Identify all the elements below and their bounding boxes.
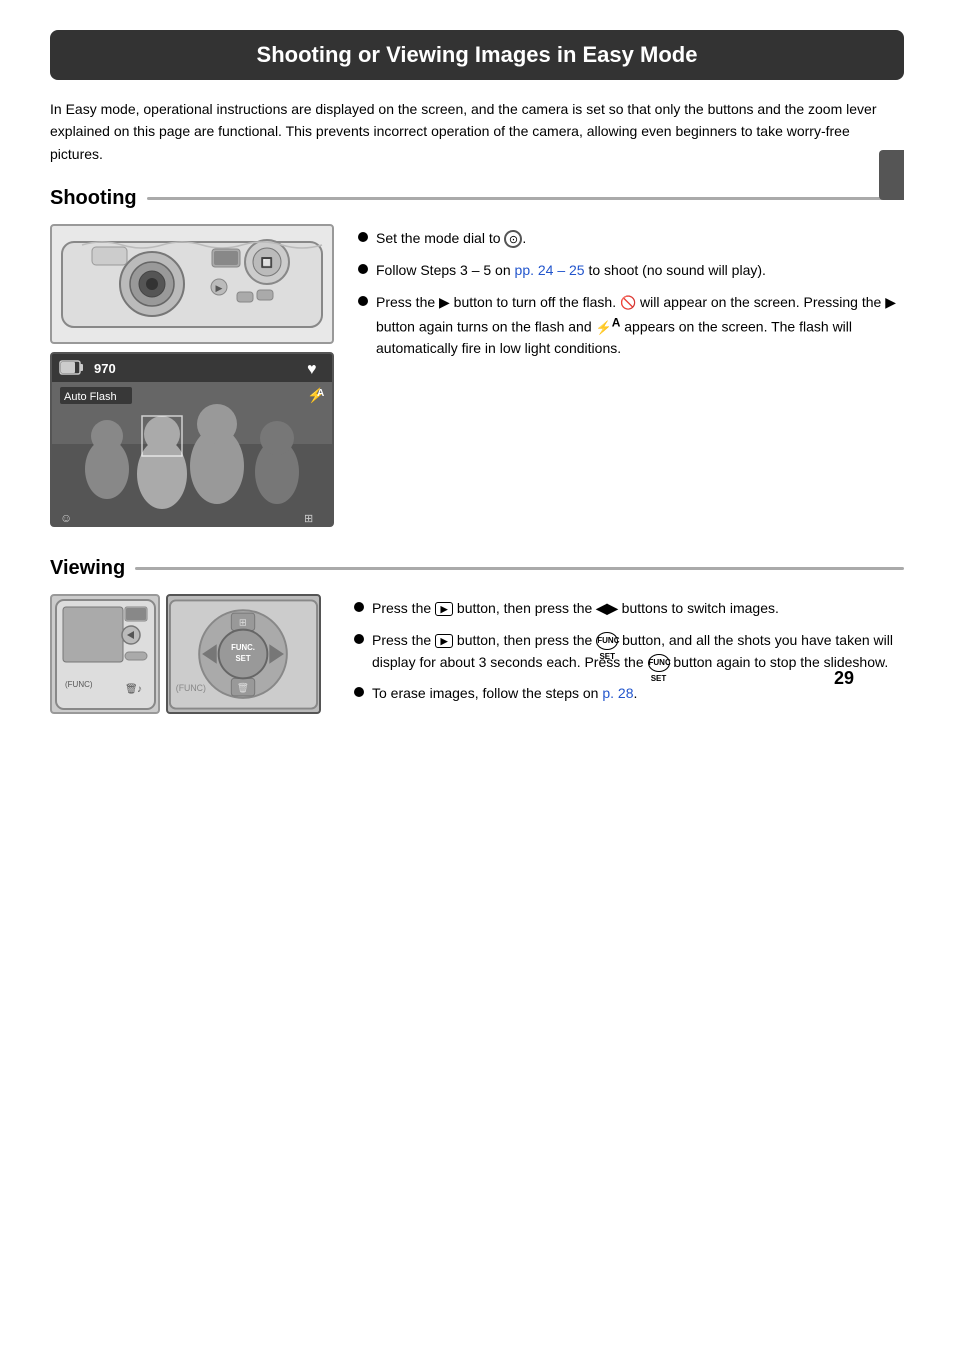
viewing-bullet-1: Press the ▶ button, then press the ◀▶ bu… bbox=[354, 598, 904, 620]
viewing-bullet-2-text: Press the ▶ button, then press the FUNC … bbox=[372, 630, 904, 673]
camera-back-svg: (FUNC) 🗑 ♪ bbox=[53, 597, 158, 712]
shooting-bullet-1-text: Set the mode dial to ⊙. bbox=[376, 228, 526, 250]
camera-back-image: (FUNC) 🗑 ♪ bbox=[50, 594, 160, 714]
svg-text:🗑: 🗑 bbox=[125, 683, 138, 695]
link-pp24-25: pp. 24 – 25 bbox=[515, 262, 585, 278]
bullet-dot bbox=[358, 296, 368, 306]
bullet-dot bbox=[358, 264, 368, 274]
svg-text:A: A bbox=[317, 388, 324, 399]
link-p28: p. 28 bbox=[602, 685, 633, 701]
viewing-bullet-1-text: Press the ▶ button, then press the ◀▶ bu… bbox=[372, 598, 779, 620]
viewing-bullet-2: Press the ▶ button, then press the FUNC … bbox=[354, 630, 904, 673]
svg-text:🗑: 🗑 bbox=[237, 682, 249, 694]
play-button-icon: ▶ bbox=[435, 602, 453, 616]
viewing-title: Viewing bbox=[50, 557, 125, 580]
svg-text:♥: ♥ bbox=[307, 361, 317, 378]
camera-top-image: 🔲 ▶ bbox=[50, 224, 334, 344]
shooting-bullet-2-text: Follow Steps 3 – 5 on pp. 24 – 25 to sho… bbox=[376, 260, 766, 282]
svg-text:Auto Flash: Auto Flash bbox=[64, 391, 117, 403]
viewing-images: (FUNC) 🗑 ♪ bbox=[50, 594, 330, 719]
svg-text:⊞: ⊞ bbox=[304, 513, 313, 525]
page-title: Shooting or Viewing Images in Easy Mode bbox=[50, 30, 904, 80]
camera-screen-image: 970 ♥ Auto Flash ⚡ A ☺ ⊞ bbox=[50, 352, 334, 527]
shooting-content: 🔲 ▶ bbox=[50, 224, 904, 527]
shooting-images: 🔲 ▶ bbox=[50, 224, 334, 527]
shooting-bullet-list: Set the mode dial to ⊙. Follow Steps 3 –… bbox=[358, 224, 904, 527]
mode-dial-icon: ⊙ bbox=[504, 230, 522, 248]
bullet-dot bbox=[354, 687, 364, 697]
shooting-section-header: Shooting bbox=[50, 187, 904, 210]
bullet-dot bbox=[354, 634, 364, 644]
svg-text:(FUNC): (FUNC) bbox=[65, 680, 93, 689]
svg-text:🔲: 🔲 bbox=[261, 256, 273, 269]
viewing-bullet-3: To erase images, follow the steps on p. … bbox=[354, 683, 904, 705]
viewing-content: (FUNC) 🗑 ♪ bbox=[50, 594, 904, 719]
svg-text:⊞: ⊞ bbox=[239, 617, 247, 628]
shooting-bullet-1: Set the mode dial to ⊙. bbox=[358, 228, 904, 250]
shooting-title: Shooting bbox=[50, 187, 137, 210]
func-set-icon-2: FUNC SET bbox=[648, 654, 670, 672]
shooting-section-line bbox=[147, 197, 904, 200]
svg-text:☺: ☺ bbox=[60, 511, 72, 525]
func-set-icon: FUNC SET bbox=[596, 632, 618, 650]
viewing-section-line bbox=[135, 567, 904, 570]
tab-marker bbox=[879, 150, 904, 200]
bullet-dot bbox=[358, 232, 368, 242]
intro-text: In Easy mode, operational instructions a… bbox=[50, 98, 904, 165]
camera-dpad-svg: ⊞ 🗑 FUNC. SET (FUNC) bbox=[168, 597, 319, 712]
svg-text:SET: SET bbox=[235, 654, 250, 663]
svg-text:FUNC.: FUNC. bbox=[231, 643, 255, 652]
svg-text:970: 970 bbox=[94, 361, 116, 376]
viewing-section-header: Viewing bbox=[50, 557, 904, 580]
svg-text:(FUNC): (FUNC) bbox=[176, 683, 206, 693]
page-number: 29 bbox=[834, 668, 854, 689]
camera-top-svg: 🔲 ▶ bbox=[52, 227, 332, 342]
bullet-dot bbox=[354, 602, 364, 612]
shooting-bullet-2: Follow Steps 3 – 5 on pp. 24 – 25 to sho… bbox=[358, 260, 904, 282]
svg-text:▶: ▶ bbox=[216, 283, 223, 293]
shooting-bullet-3-text: Press the ▶ button to turn off the flash… bbox=[376, 292, 904, 360]
viewing-bullet-3-text: To erase images, follow the steps on p. … bbox=[372, 683, 637, 705]
viewing-bullet-list: Press the ▶ button, then press the ◀▶ bu… bbox=[354, 594, 904, 719]
camera-screen-inner: 970 ♥ Auto Flash ⚡ A ☺ ⊞ bbox=[52, 354, 332, 525]
shooting-bullet-3: Press the ▶ button to turn off the flash… bbox=[358, 292, 904, 360]
camera-dpad-image: ⊞ 🗑 FUNC. SET (FUNC) bbox=[166, 594, 321, 714]
svg-text:♪: ♪ bbox=[137, 684, 142, 695]
play-button-icon-2: ▶ bbox=[435, 634, 453, 648]
